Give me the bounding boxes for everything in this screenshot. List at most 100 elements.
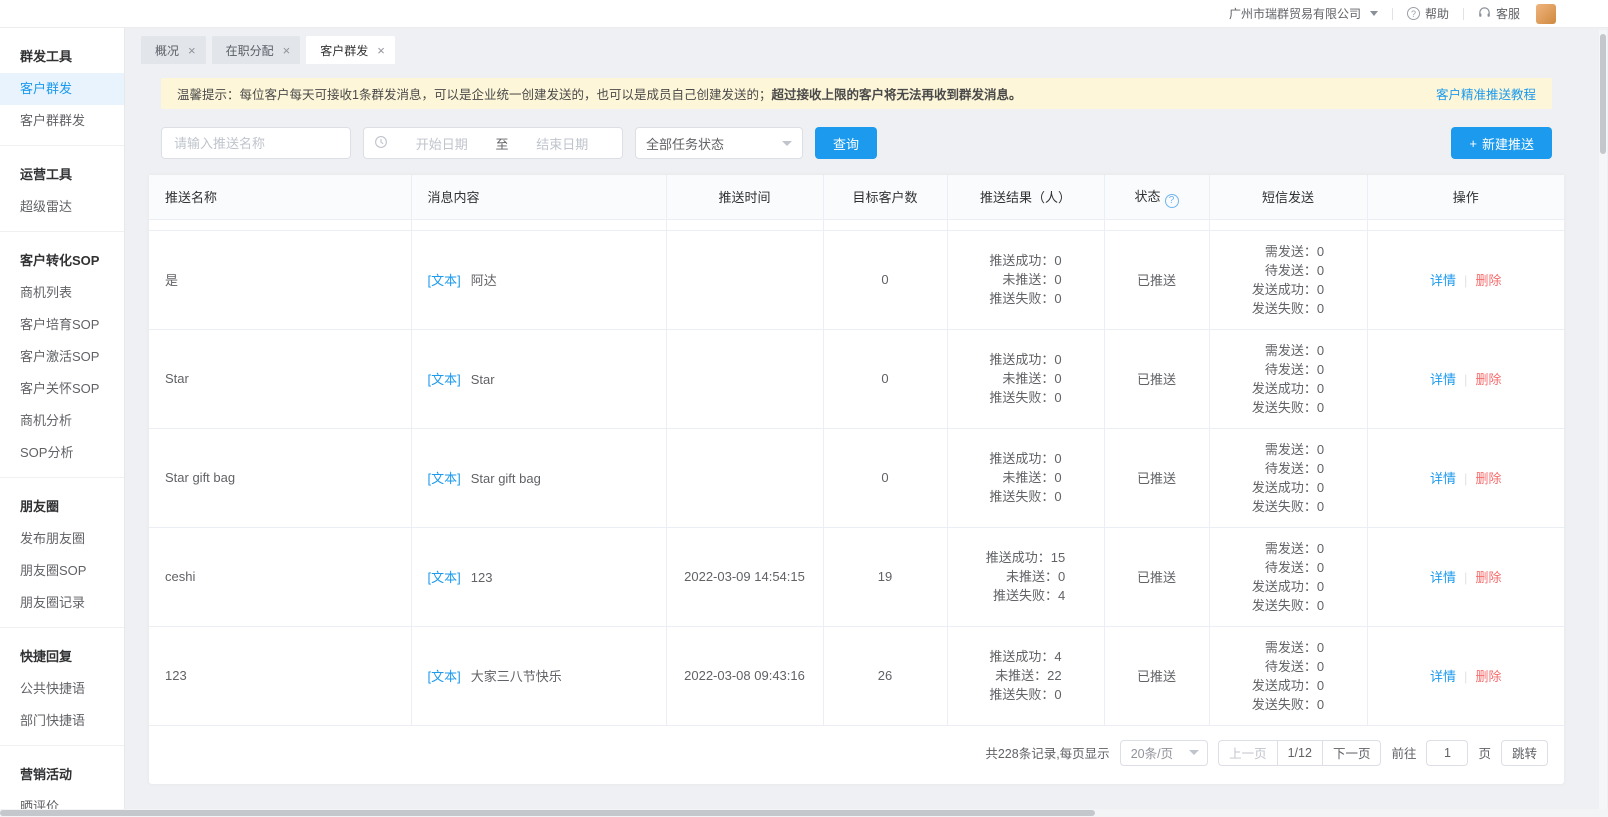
create-push-button[interactable]: + 新建推送 (1451, 127, 1552, 159)
sidebar-item-2-4[interactable]: 商机分析 (0, 405, 124, 437)
push-time-cell: 2022-03-09 14:54:15 (666, 527, 823, 626)
task-status-select[interactable]: 全部任务状态 (635, 127, 803, 159)
start-date-placeholder[interactable]: 开始日期 (392, 134, 492, 153)
detail-link[interactable]: 详情 (1430, 669, 1456, 684)
end-date-placeholder[interactable]: 结束日期 (513, 134, 613, 153)
action-divider: | (1464, 570, 1467, 585)
sidebar-item-0-1[interactable]: 客户群群发 (0, 105, 124, 137)
delete-link[interactable]: 删除 (1475, 372, 1501, 387)
clock-icon (374, 135, 388, 152)
target-count-cell: 0 (823, 329, 947, 428)
action-divider: | (1464, 669, 1467, 684)
company-menu[interactable]: 广州市瑞群贸易有限公司 (1229, 5, 1378, 22)
push-result-cell: 推送成功：15 未推送：0 推送失败：4 (947, 527, 1104, 626)
tab-label: 客户群发 (320, 42, 368, 59)
action-divider: | (1464, 471, 1467, 486)
delete-link[interactable]: 删除 (1475, 273, 1501, 288)
content-type-link[interactable]: [文本] (428, 471, 461, 486)
topbar-divider (1392, 8, 1393, 20)
help-label: 帮助 (1425, 5, 1449, 22)
page-unit-label: 页 (1478, 743, 1491, 762)
tabbar: 概况× 在职分配 × 客户群发 × (125, 28, 1608, 64)
tab-close-icon[interactable]: × (188, 44, 196, 57)
page-size-value: 20条/页 (1131, 743, 1173, 762)
service-button[interactable]: 客服 (1478, 5, 1520, 22)
help-icon (1407, 7, 1420, 20)
push-result-cell: 推送成功：4 未推送：22 推送失败：0 (947, 626, 1104, 725)
sms-line: 待发送：0 (1252, 360, 1324, 379)
content-type-link[interactable]: [文本] (428, 372, 461, 387)
tab-close-icon[interactable]: × (283, 44, 291, 57)
push-time-cell (666, 329, 823, 428)
sidebar-item-0-0[interactable]: 客户群发 (0, 73, 124, 105)
sidebar-item-4-0[interactable]: 公共快捷语 (0, 673, 124, 705)
clipped-row (149, 219, 1564, 230)
delete-link[interactable]: 删除 (1475, 471, 1501, 486)
content-type-link[interactable]: [文本] (428, 669, 461, 684)
delete-link[interactable]: 删除 (1475, 570, 1501, 585)
tab-0[interactable]: 概况× (141, 36, 206, 64)
sms-line: 发送成功：0 (1252, 676, 1324, 695)
sms-line: 待发送：0 (1252, 459, 1324, 478)
vertical-scrollbar[interactable] (1599, 30, 1607, 809)
jump-button[interactable]: 跳转 (1501, 740, 1548, 766)
tab-1[interactable]: 在职分配 × (212, 36, 301, 64)
sidebar-item-2-3[interactable]: 客户关怀SOP (0, 373, 124, 405)
detail-link[interactable]: 详情 (1430, 570, 1456, 585)
page-size-select[interactable]: 20条/页 (1120, 740, 1208, 766)
push-result-cell: 推送成功：0 未推送：0 推送失败：0 (947, 428, 1104, 527)
date-range-picker[interactable]: 开始日期 至 结束日期 (363, 127, 623, 159)
actions-cell: 详情 | 删除 (1367, 626, 1564, 725)
tab-label: 在职分配 (226, 42, 274, 59)
horizontal-scrollbar-thumb[interactable] (0, 810, 1095, 816)
content-type-link[interactable]: [文本] (428, 570, 461, 585)
content-text: Star gift bag (471, 471, 541, 486)
table-row: 123 [文本]大家三八节快乐 2022-03-08 09:43:16 26 推… (149, 626, 1564, 725)
sidebar-item-3-1[interactable]: 朋友圈SOP (0, 555, 124, 587)
result-line: 推送成功：0 (989, 449, 1061, 468)
content-type-link[interactable]: [文本] (428, 273, 461, 288)
detail-link[interactable]: 详情 (1430, 273, 1456, 288)
status-cell: 已推送 (1104, 626, 1209, 725)
push-time-cell (666, 428, 823, 527)
tab-2[interactable]: 客户群发 × (306, 36, 395, 64)
avatar[interactable] (1536, 4, 1556, 24)
chevron-down-icon (782, 141, 792, 146)
delete-link[interactable]: 删除 (1475, 669, 1501, 684)
sidebar-item-2-5[interactable]: SOP分析 (0, 437, 124, 469)
header-push-name: 推送名称 (149, 175, 411, 219)
sidebar-item-2-2[interactable]: 客户激活SOP (0, 341, 124, 373)
sidebar-section-5: 营销活动晒评价 (0, 745, 124, 817)
push-name-cell: 是 (149, 230, 411, 329)
result-line: 推送成功：0 (989, 251, 1061, 270)
sms-cell: 需发送：0 待发送：0 发送成功：0 发送失败：0 (1209, 230, 1367, 329)
message-content-cell: [文本]大家三八节快乐 (411, 626, 666, 725)
sidebar-item-3-0[interactable]: 发布朋友圈 (0, 523, 124, 555)
sidebar-item-3-2[interactable]: 朋友圈记录 (0, 587, 124, 619)
tutorial-link[interactable]: 客户精准推送教程 (1436, 84, 1536, 103)
header-actions: 操作 (1367, 175, 1564, 219)
next-page-button[interactable]: 下一页 (1322, 740, 1382, 766)
filter-bar: 开始日期 至 结束日期 全部任务状态 查询 + 新建推送 (161, 127, 1552, 159)
message-content-cell: [文本]123 (411, 527, 666, 626)
goto-page-input[interactable] (1426, 740, 1468, 766)
push-name-cell: 123 (149, 626, 411, 725)
detail-link[interactable]: 详情 (1430, 372, 1456, 387)
tab-close-icon[interactable]: × (377, 44, 385, 57)
status-cell: 已推送 (1104, 230, 1209, 329)
help-button[interactable]: 帮助 (1407, 5, 1449, 22)
pager-group: 上一页 1/12 下一页 (1218, 740, 1381, 766)
prev-page-button[interactable]: 上一页 (1218, 740, 1278, 766)
detail-link[interactable]: 详情 (1430, 471, 1456, 486)
sidebar-item-2-0[interactable]: 商机列表 (0, 277, 124, 309)
status-help-icon[interactable] (1165, 194, 1179, 208)
header-sms: 短信发送 (1209, 175, 1367, 219)
vertical-scrollbar-thumb[interactable] (1600, 34, 1606, 154)
search-button[interactable]: 查询 (815, 127, 877, 159)
horizontal-scrollbar[interactable] (0, 809, 1608, 817)
sidebar-item-1-0[interactable]: 超级雷达 (0, 191, 124, 223)
sidebar-item-2-1[interactable]: 客户培育SOP (0, 309, 124, 341)
sidebar-item-4-1[interactable]: 部门快捷语 (0, 705, 124, 737)
main-layout: 群发工具客户群发客户群群发运营工具超级雷达客户转化SOP商机列表客户培育SOP客… (0, 28, 1608, 817)
push-name-input[interactable] (161, 127, 351, 159)
